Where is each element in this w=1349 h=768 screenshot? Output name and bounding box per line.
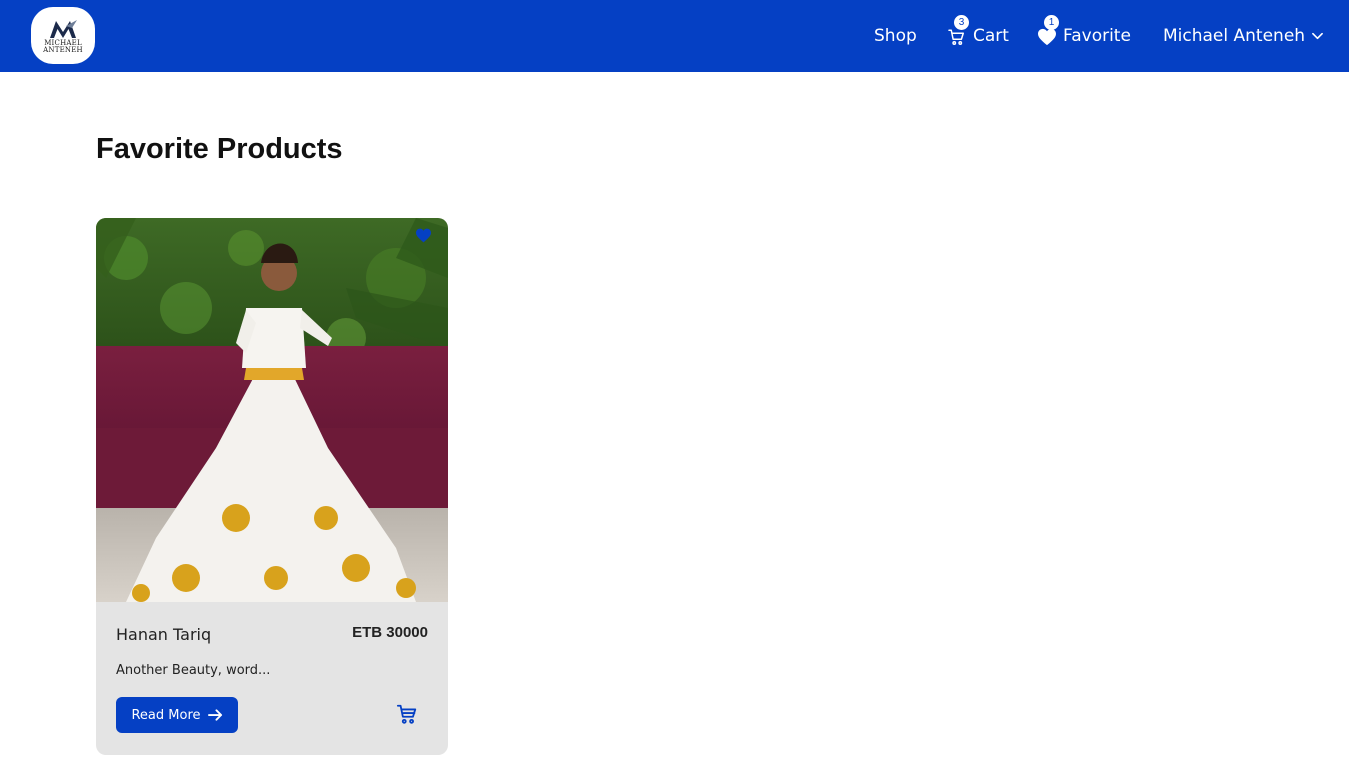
chevron-down-icon [1312,32,1323,40]
cart-icon-wrap: 3 [947,15,969,46]
page-title: Favorite Products [96,133,343,165]
cart-icon [948,29,964,45]
user-name: Michael Anteneh [1163,26,1306,46]
product-price: ETB 30000 [352,624,428,641]
user-menu-dropdown[interactable]: Michael Anteneh [1163,0,1323,72]
nav-shop-link[interactable]: Shop [874,0,917,72]
product-description: Another Beauty, word... [116,663,271,678]
product-name: Hanan Tariq [116,625,212,644]
logo-mark-icon [50,19,77,38]
nav-cart-label: Cart [973,26,1009,46]
read-more-button[interactable]: Read More [116,697,238,733]
favorite-heart-icon[interactable] [415,228,432,243]
read-more-label: Read More [131,707,201,723]
product-card: Hanan Tariq ETB 30000 Another Beauty, wo… [96,218,448,755]
product-image[interactable] [96,218,448,602]
brand-logo[interactable]: MICHAEL ANTENEH [31,7,95,64]
cart-count-badge: 3 [954,15,969,30]
logo-text-line2: ANTENEH [43,45,83,54]
nav-shop-label: Shop [874,26,917,46]
navbar: MICHAEL ANTENEH Shop 3 Cart 1 Favorite M… [0,0,1349,72]
heart-icon [1038,28,1056,46]
heart-icon-wrap: 1 [1037,15,1059,46]
favorite-count-badge: 1 [1044,15,1059,30]
add-to-cart-icon[interactable] [395,703,419,725]
nav-cart-link[interactable]: 3 Cart [947,0,1009,72]
arrow-right-icon [207,709,222,721]
nav-favorite-label: Favorite [1063,26,1131,46]
nav-favorite-link[interactable]: 1 Favorite [1037,0,1131,72]
